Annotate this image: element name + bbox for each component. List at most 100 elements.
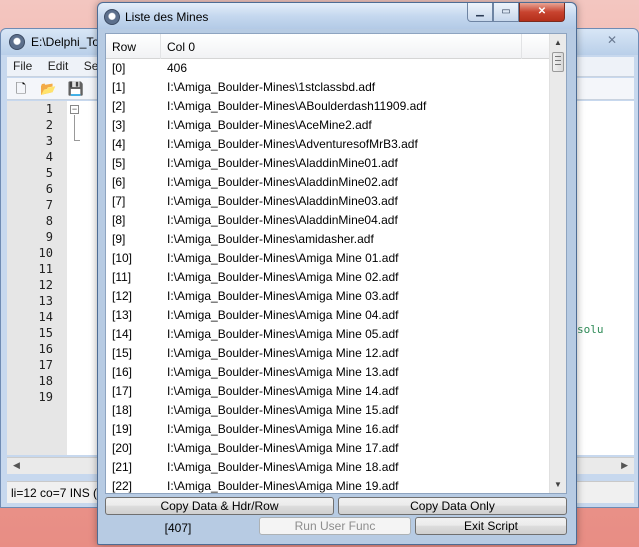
list-rows: [0] 406 [1] I:\Amiga_Boulder-Mines\1stclass…	[106, 59, 550, 493]
line-number: 9	[45, 230, 53, 244]
scroll-down-icon[interactable]: ▼	[550, 476, 566, 493]
list-item[interactable]: [5] I:\Amiga_Boulder-Mines\AladdinMine01.…	[106, 154, 550, 173]
row-index-cell: [4]	[112, 137, 126, 151]
file-path-cell: I:\Amiga_Boulder-Mines\AladdinMine04.adf	[167, 213, 398, 227]
line-number: 6	[45, 182, 53, 196]
list-item[interactable]: [21] I:\Amiga_Boulder-Mines\Amiga Mine 18…	[106, 458, 550, 477]
row-index-cell: [0]	[112, 61, 126, 75]
file-path-cell: I:\Amiga_Boulder-Mines\amidasher.adf	[167, 232, 374, 246]
file-path-cell: I:\Amiga_Boulder-Mines\Amiga Mine 17.adf	[167, 441, 399, 455]
background-window-title: E:\Delphi_To	[31, 35, 100, 49]
list-item[interactable]: [3] I:\Amiga_Boulder-Mines\AceMine2.adf	[106, 116, 550, 135]
file-path-cell: I:\Amiga_Boulder-Mines\AladdinMine01.adf	[167, 156, 398, 170]
list-vertical-scrollbar[interactable]: ▲ ▼	[549, 34, 566, 493]
copy-data-hdr-row-button[interactable]: Copy Data & Hdr/Row	[105, 497, 334, 515]
minimize-button[interactable]: ▁	[467, 3, 493, 22]
open-folder-icon[interactable]: 📂	[40, 81, 56, 97]
fold-end	[74, 140, 80, 141]
list-item[interactable]: [9] I:\Amiga_Boulder-Mines\amidasher.adf	[106, 230, 550, 249]
line-number: 16	[38, 342, 53, 356]
row-index-cell: [6]	[112, 175, 126, 189]
list-item[interactable]: [1] I:\Amiga_Boulder-Mines\1stclassbd.adf	[106, 78, 550, 97]
file-path-cell: I:\Amiga_Boulder-Mines\AdventuresofMrB3.…	[167, 137, 418, 151]
file-path-cell: I:\Amiga_Boulder-Mines\Amiga Mine 03.adf	[167, 289, 399, 303]
list-item[interactable]: [8] I:\Amiga_Boulder-Mines\AladdinMine04.…	[106, 211, 550, 230]
row-index-cell: [11]	[112, 270, 132, 284]
column-header-row[interactable]: Row	[106, 34, 161, 59]
list-item[interactable]: [18] I:\Amiga_Boulder-Mines\Amiga Mine 15…	[106, 401, 550, 420]
dialog-title: Liste des Mines	[125, 10, 209, 24]
new-file-icon[interactable]: 🗋	[13, 81, 29, 97]
file-path-cell: I:\Amiga_Boulder-Mines\AceMine2.adf	[167, 118, 372, 132]
row-index-cell: [15]	[112, 346, 133, 360]
list-item[interactable]: [0] 406	[106, 59, 550, 78]
file-path-cell: I:\Amiga_Boulder-Mines\1stclassbd.adf	[167, 80, 376, 94]
file-path-cell: I:\Amiga_Boulder-Mines\Amiga Mine 12.adf	[167, 346, 399, 360]
run-user-func-button[interactable]: Run User Func	[259, 517, 411, 535]
exit-script-button[interactable]: Exit Script	[415, 517, 567, 535]
list-item[interactable]: [10] I:\Amiga_Boulder-Mines\Amiga Mine 01…	[106, 249, 550, 268]
menu-file[interactable]: File	[7, 57, 38, 75]
file-path-cell: I:\Amiga_Boulder-Mines\Amiga Mine 16.adf	[167, 422, 399, 436]
list-item[interactable]: [11] I:\Amiga_Boulder-Mines\Amiga Mine 02…	[106, 268, 550, 287]
line-number: 2	[45, 118, 53, 132]
list-item[interactable]: [17] I:\Amiga_Boulder-Mines\Amiga Mine 14…	[106, 382, 550, 401]
scroll-right-icon[interactable]: ▶	[621, 460, 628, 471]
list-item[interactable]: [2] I:\Amiga_Boulder-Mines\ABoulderdash11…	[106, 97, 550, 116]
scroll-left-icon[interactable]: ◀	[13, 460, 20, 471]
list-item[interactable]: [19] I:\Amiga_Boulder-Mines\Amiga Mine 16…	[106, 420, 550, 439]
list-item[interactable]: [14] I:\Amiga_Boulder-Mines\Amiga Mine 05…	[106, 325, 550, 344]
row-index-cell: [22]	[112, 479, 133, 493]
file-path-cell: I:\Amiga_Boulder-Mines\AladdinMine02.adf	[167, 175, 398, 189]
list-item[interactable]: [20] I:\Amiga_Boulder-Mines\Amiga Mine 17…	[106, 439, 550, 458]
maximize-button[interactable]: ▭	[493, 3, 519, 22]
row-index-cell: [8]	[112, 213, 126, 227]
list-item[interactable]: [12] I:\Amiga_Boulder-Mines\Amiga Mine 03…	[106, 287, 550, 306]
list-item[interactable]: [22] I:\Amiga_Boulder-Mines\Amiga Mine 19…	[106, 477, 550, 493]
file-path-cell: I:\Amiga_Boulder-Mines\Amiga Mine 04.adf	[167, 308, 399, 322]
line-number: 3	[45, 134, 53, 148]
line-number: 4	[45, 150, 53, 164]
scroll-thumb[interactable]	[552, 52, 564, 72]
list-item[interactable]: [6] I:\Amiga_Boulder-Mines\AladdinMine02.…	[106, 173, 550, 192]
line-number: 11	[38, 262, 53, 276]
file-path-cell: I:\Amiga_Boulder-Mines\Amiga Mine 05.adf	[167, 327, 399, 341]
file-path-cell: I:\Amiga_Boulder-Mines\AladdinMine03.adf	[167, 194, 398, 208]
line-number: 5	[45, 166, 53, 180]
file-path-cell: I:\Amiga_Boulder-Mines\Amiga Mine 14.adf	[167, 384, 399, 398]
menu-edit[interactable]: Edit	[42, 57, 75, 75]
list-item[interactable]: [15] I:\Amiga_Boulder-Mines\Amiga Mine 12…	[106, 344, 550, 363]
list-item[interactable]: [13] I:\Amiga_Boulder-Mines\Amiga Mine 04…	[106, 306, 550, 325]
list-item[interactable]: [16] I:\Amiga_Boulder-Mines\Amiga Mine 13…	[106, 363, 550, 382]
row-index-cell: [12]	[112, 289, 133, 303]
line-number: 1	[45, 102, 53, 116]
line-number: 14	[38, 310, 53, 324]
file-path-cell: I:\Amiga_Boulder-Mines\Amiga Mine 15.adf	[167, 403, 399, 417]
file-path-cell: I:\Amiga_Boulder-Mines\Amiga Mine 01.adf	[167, 251, 399, 265]
line-number: 12	[38, 278, 53, 292]
row-index-cell: [2]	[112, 99, 126, 113]
fold-toggle-icon[interactable]: −	[70, 105, 79, 114]
file-path-cell: 406	[167, 61, 188, 75]
line-number: 17	[38, 358, 53, 372]
file-path-cell: I:\Amiga_Boulder-Mines\Amiga Mine 02.adf	[167, 270, 399, 284]
column-header-col0[interactable]: Col 0	[162, 34, 522, 59]
line-number: 18	[38, 374, 53, 388]
background-close-icon[interactable]: ✕	[598, 31, 626, 49]
row-index-cell: [10]	[112, 251, 133, 265]
scroll-up-icon[interactable]: ▲	[550, 34, 566, 51]
line-number-gutter: 1 2 3 4 5 6 7 8 9 10 11 12 13 14 15 16 17 18 19	[7, 101, 67, 455]
mines-list-view[interactable]: Row Col 0 [0] 406 [1] I:\Amiga_Boulder-Mine…	[105, 33, 567, 494]
save-icon[interactable]: 💾	[68, 81, 84, 97]
row-index-cell: [16]	[112, 365, 133, 379]
list-item[interactable]: [7] I:\Amiga_Boulder-Mines\AladdinMine03.…	[106, 192, 550, 211]
row-index-cell: [18]	[112, 403, 133, 417]
file-path-cell: I:\Amiga_Boulder-Mines\ABoulderdash11909…	[167, 99, 427, 113]
line-number: 15	[38, 326, 53, 340]
row-index-cell: [21]	[112, 460, 133, 474]
list-item[interactable]: [4] I:\Amiga_Boulder-Mines\AdventuresofMr…	[106, 135, 550, 154]
file-path-cell: I:\Amiga_Boulder-Mines\Amiga Mine 13.adf	[167, 365, 399, 379]
close-button[interactable]: ✕	[519, 3, 565, 22]
copy-data-only-button[interactable]: Copy Data Only	[338, 497, 567, 515]
line-number: 19	[38, 390, 53, 404]
